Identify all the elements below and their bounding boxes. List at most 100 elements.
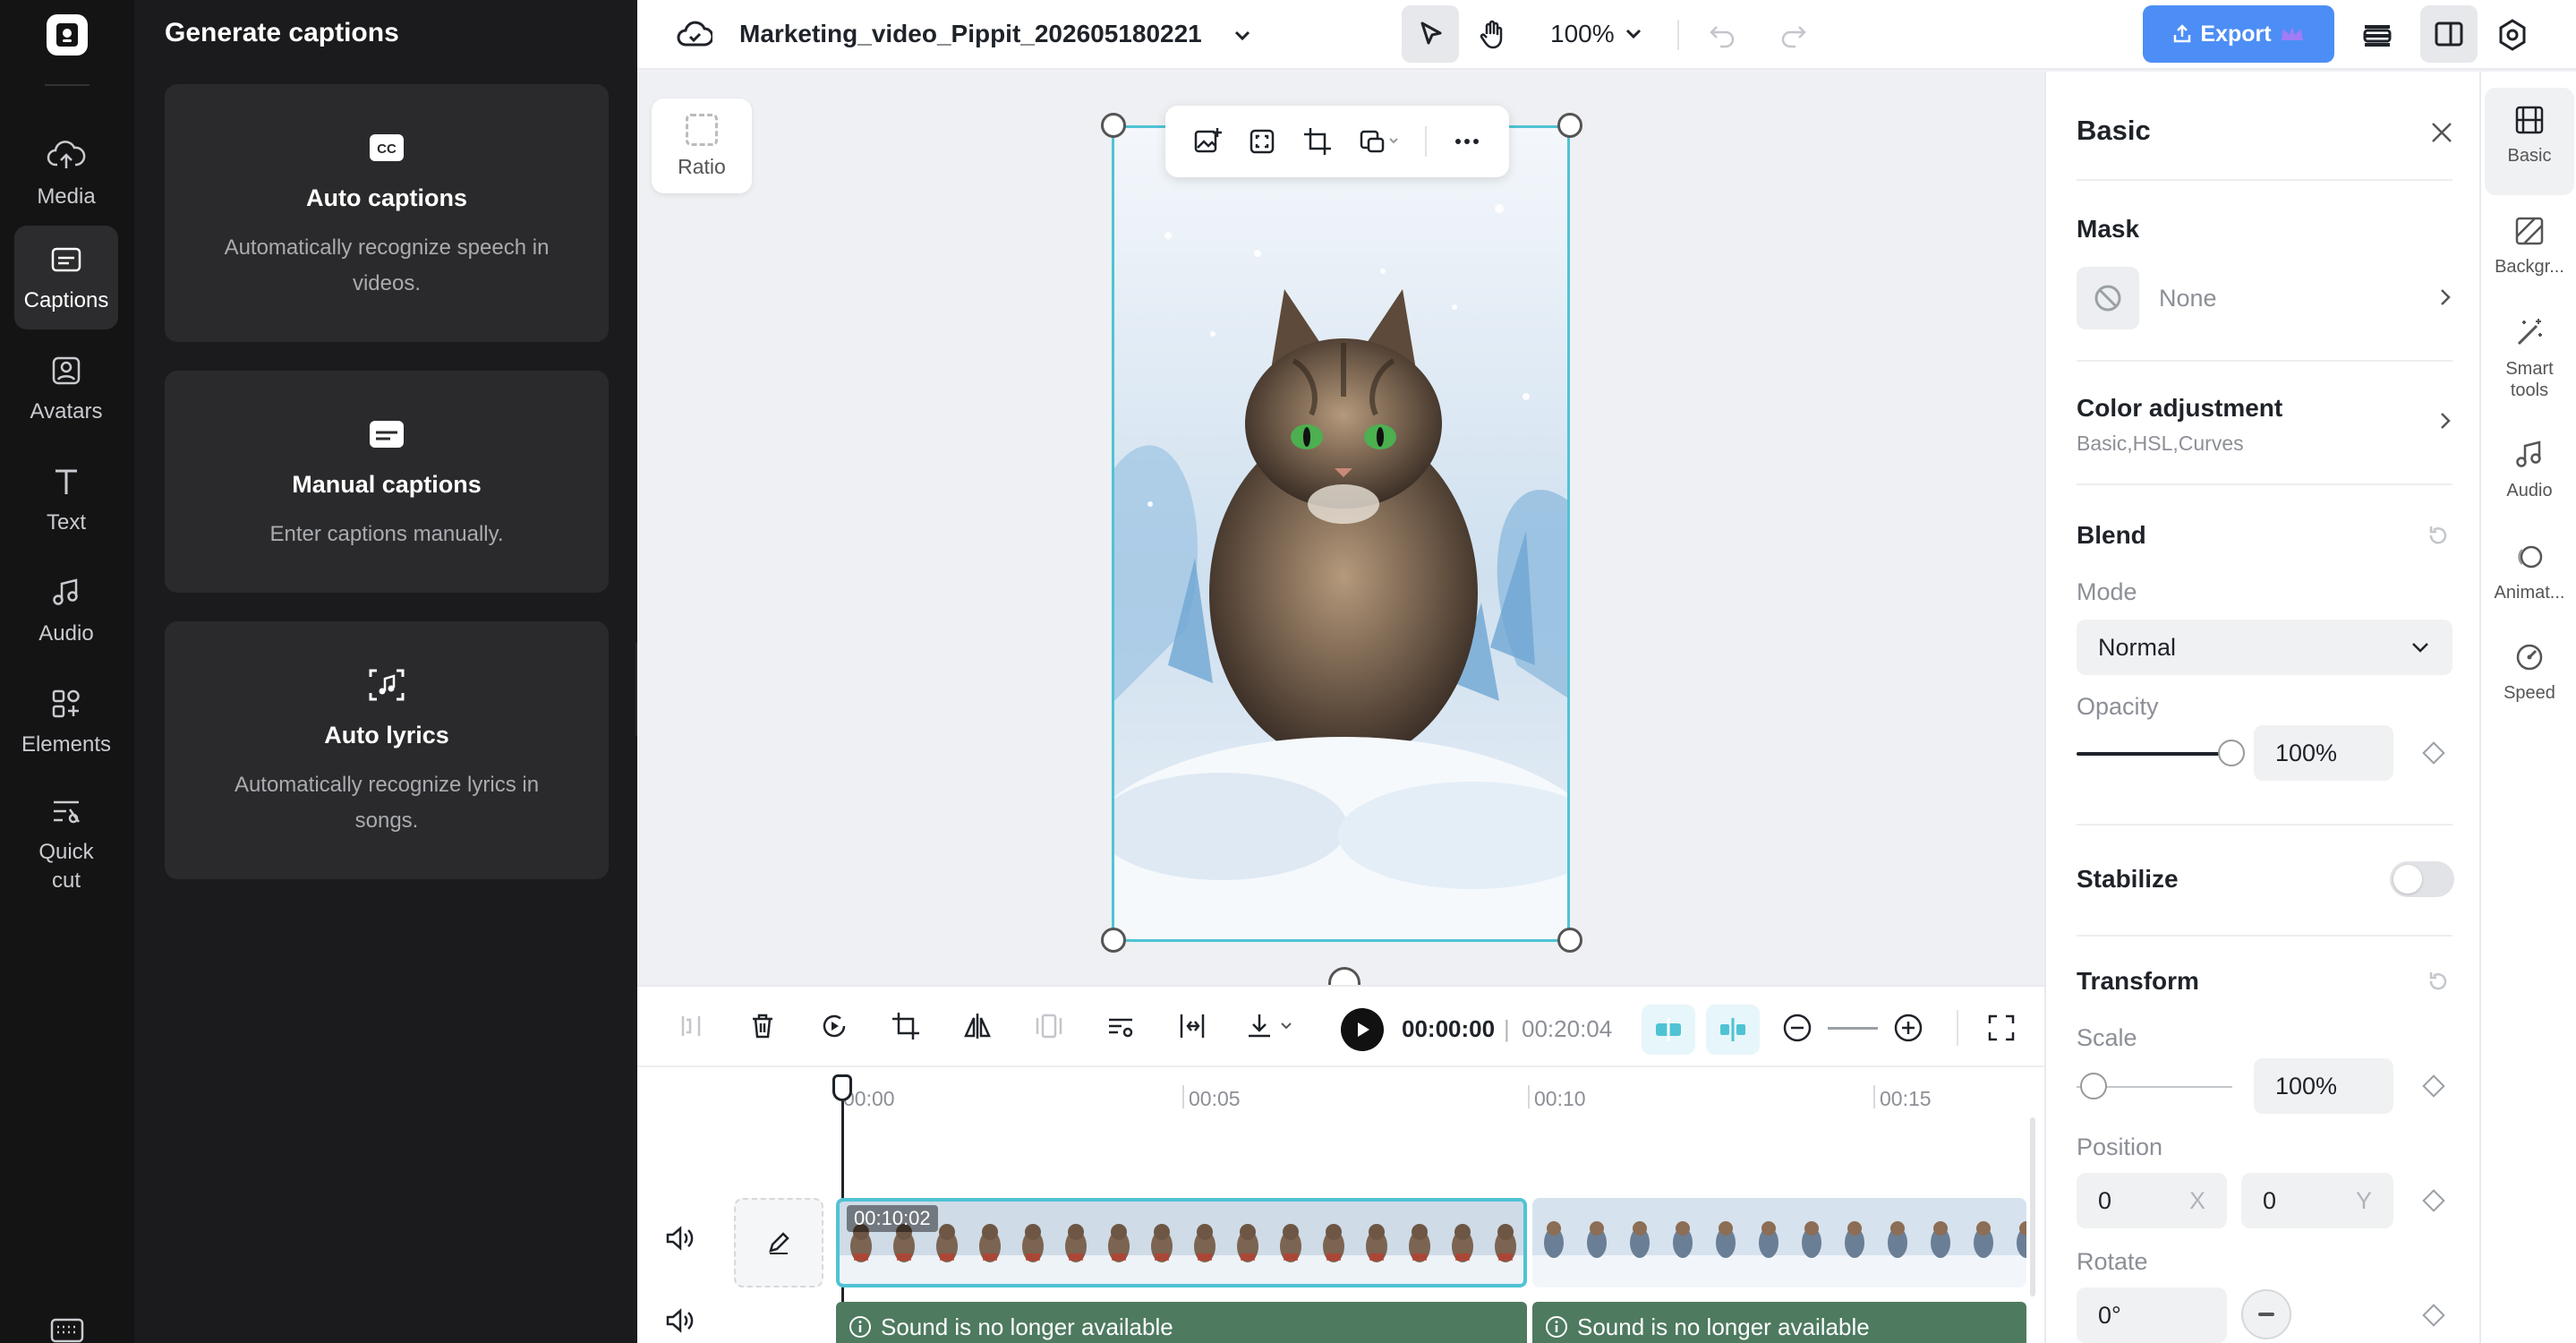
export-label: Export [2200, 21, 2272, 47]
app-logo[interactable] [47, 14, 88, 56]
track-volume-icon[interactable] [664, 1307, 695, 1334]
rotate-input[interactable]: 0° [2077, 1287, 2227, 1343]
crop-icon[interactable] [1302, 126, 1333, 157]
snap-button[interactable] [1642, 1005, 1695, 1055]
nav-item-media[interactable]: Media [14, 122, 118, 226]
layers-stack-icon[interactable] [2359, 18, 2395, 54]
timeline-scrollbar[interactable] [2030, 1117, 2035, 1296]
export-icon [2174, 24, 2191, 43]
resize-handle-tr[interactable] [1557, 113, 1582, 138]
keyframe-diamond-icon[interactable] [2422, 741, 2445, 765]
settings-gear-icon[interactable] [2495, 18, 2529, 52]
mirror-icon[interactable] [958, 1006, 997, 1046]
ratio-button[interactable]: Ratio [652, 98, 752, 193]
cover-edit-button[interactable] [734, 1198, 823, 1287]
split-icon[interactable] [671, 1006, 711, 1046]
keyframe-diamond-icon[interactable] [2422, 1304, 2445, 1327]
rotate-dial[interactable] [2241, 1289, 2291, 1339]
video-preview-frame[interactable] [1112, 125, 1570, 942]
blend-mode-select[interactable]: Normal [2077, 620, 2452, 675]
auto-lyrics-card[interactable]: Auto lyrics Automatically recognize lyri… [165, 621, 609, 879]
clip-thumbnails [1532, 1198, 2026, 1287]
nav-item-avatars[interactable]: Avatars [14, 337, 118, 441]
crop-icon[interactable] [886, 1006, 925, 1046]
scale-slider-knob[interactable] [2080, 1073, 2107, 1099]
nav-item-quick-cut[interactable]: Quick cut [14, 781, 118, 906]
mask-none-icon[interactable] [2077, 267, 2139, 329]
video-clip-selected[interactable]: 00:10:02 [836, 1198, 1527, 1287]
reset-icon[interactable] [2426, 969, 2451, 994]
cloud-sync-icon[interactable] [677, 18, 712, 50]
audio-clip[interactable]: Sound is no longer available [1532, 1302, 2026, 1343]
nav-item-audio[interactable]: Audio [14, 559, 118, 663]
opacity-slider-track[interactable] [2077, 752, 2232, 756]
chevron-down-icon [2412, 643, 2428, 653]
opacity-input[interactable]: 100% [2254, 725, 2393, 781]
nav-item-captions[interactable]: Captions [14, 226, 118, 329]
zoom-out-icon[interactable] [1778, 1008, 1817, 1048]
undo-icon[interactable] [1708, 20, 1738, 50]
tab-background[interactable]: Backgr... [2485, 206, 2574, 304]
nav-item-text[interactable]: Text [14, 448, 118, 552]
opacity-slider-knob[interactable] [2218, 740, 2245, 766]
zoom-select[interactable]: 100% [1550, 20, 1643, 48]
chevron-down-icon[interactable] [1232, 25, 1253, 47]
resize-handle-bl[interactable] [1101, 928, 1126, 953]
download-icon[interactable] [1244, 1006, 1301, 1046]
position-y-input[interactable]: 0 Y [2241, 1173, 2393, 1228]
zoom-in-icon[interactable] [1889, 1008, 1928, 1048]
fit-frame-icon[interactable] [1247, 126, 1277, 157]
fullscreen-icon[interactable] [1982, 1008, 2021, 1048]
tab-basic[interactable]: Basic [2485, 88, 2574, 195]
export-button[interactable]: Export [2143, 5, 2334, 63]
reset-icon[interactable] [2426, 523, 2451, 548]
tick-mark [1182, 1085, 1184, 1108]
tab-audio[interactable]: Audio [2485, 430, 2574, 528]
resize-handle-tl[interactable] [1101, 113, 1126, 138]
total-time: 00:20:04 [1522, 1015, 1613, 1042]
close-icon[interactable] [2429, 120, 2454, 145]
redo-icon[interactable] [1778, 20, 1808, 50]
link-tracks-button[interactable] [1706, 1005, 1760, 1055]
timeline[interactable]: 00:00 00:05 00:10 00:15 00:10:02 Sound i… [637, 1065, 2044, 1343]
keyframe-diamond-icon[interactable] [2422, 1189, 2445, 1212]
keyframe-diamond-icon[interactable] [2422, 1074, 2445, 1098]
audio-clip[interactable]: Sound is no longer available [836, 1302, 1527, 1343]
chevron-right-icon[interactable] [2436, 287, 2454, 308]
project-name[interactable]: Marketing_video_Pippit_202605180221 [739, 20, 1202, 48]
tab-speed[interactable]: Speed [2485, 632, 2574, 731]
right-tabs: Basic Backgr... Smart tools Audio Animat… [2479, 72, 2576, 1343]
stabilize-toggle[interactable] [2390, 861, 2454, 897]
cc-icon: CC [370, 134, 404, 161]
keyboard-icon[interactable] [50, 1318, 84, 1343]
preview-canvas[interactable]: Ratio [637, 72, 2044, 988]
blend-mode-value: Normal [2098, 633, 2177, 661]
play-button[interactable] [1341, 1008, 1384, 1051]
chevron-right-icon[interactable] [2436, 410, 2454, 432]
more-options-icon[interactable] [1452, 126, 1482, 157]
quick-cut-icon[interactable] [1101, 1006, 1140, 1046]
manual-captions-card[interactable]: Manual captions Enter captions manually. [165, 371, 609, 593]
replace-image-icon[interactable] [1192, 126, 1223, 157]
hand-tool-button[interactable] [1464, 5, 1522, 63]
playhead-handle[interactable] [832, 1074, 852, 1101]
auto-captions-card[interactable]: CC Auto captions Automatically recognize… [165, 84, 609, 342]
background-remove-icon[interactable] [1358, 126, 1401, 157]
freeze-frame-icon[interactable] [1029, 1006, 1069, 1046]
speed-curve-icon[interactable] [815, 1006, 854, 1046]
delete-icon[interactable] [743, 1006, 782, 1046]
trim-icon[interactable] [1173, 1006, 1212, 1046]
video-clip[interactable] [1532, 1198, 2026, 1287]
scale-input[interactable]: 100% [2254, 1058, 2393, 1114]
mask-value[interactable]: None [2159, 285, 2217, 312]
resize-handle-br[interactable] [1557, 928, 1582, 953]
track-volume-icon[interactable] [664, 1225, 695, 1252]
position-x-input[interactable]: 0 X [2077, 1173, 2227, 1228]
tab-smart-tools[interactable]: Smart tools [2485, 308, 2574, 424]
timeline-zoom-slider[interactable] [1828, 1027, 1878, 1030]
nav-item-elements[interactable]: Elements [14, 670, 118, 774]
select-tool-button[interactable] [1402, 5, 1459, 63]
color-adjustment-title[interactable]: Color adjustment [2077, 394, 2282, 423]
layout-toggle-button[interactable] [2420, 5, 2478, 63]
tab-animation[interactable]: Animat... [2485, 532, 2574, 630]
